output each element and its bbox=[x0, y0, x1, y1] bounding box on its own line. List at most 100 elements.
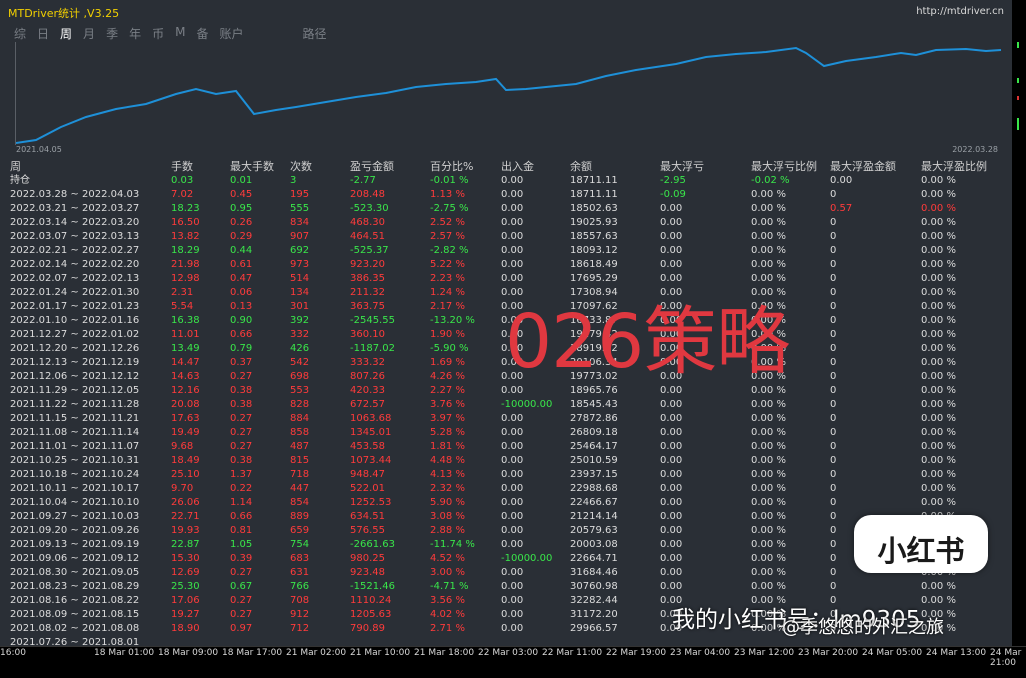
table-cell: 17695.29 bbox=[570, 273, 618, 284]
holdings-label: 持仓 bbox=[10, 175, 30, 186]
tab-quarter[interactable]: 季 bbox=[106, 25, 118, 42]
week-range-cell: 2022.02.21 ~ 2022.02.27 bbox=[10, 245, 140, 256]
tab-month[interactable]: 月 bbox=[83, 25, 95, 42]
tab-summary[interactable]: 综 bbox=[14, 25, 26, 42]
table-cell: 468.30 bbox=[350, 217, 385, 228]
table-cell: 0.00 bbox=[501, 413, 524, 424]
table-cell: 0.00 % bbox=[751, 203, 786, 214]
window-title: MTDriver统计 ,V3.25 bbox=[8, 7, 120, 20]
table-cell: 14.63 bbox=[171, 371, 200, 382]
time-axis-label: 22 Mar 03:00 bbox=[478, 648, 539, 658]
table-cell: 542 bbox=[290, 357, 310, 368]
stats-panel: MTDriver统计 ,V3.25 http://mtdriver.cn 综日周… bbox=[0, 0, 1012, 646]
table-cell: 0.00 % bbox=[921, 217, 956, 228]
table-cell: 0.00 % bbox=[921, 329, 956, 340]
table-cell: 0.00 bbox=[660, 217, 683, 228]
table-cell: 0.00 bbox=[501, 469, 524, 480]
week-range-cell: 2022.01.17 ~ 2022.01.23 bbox=[10, 301, 140, 312]
table-cell: 0.27 bbox=[230, 413, 253, 424]
table-cell: 1252.53 bbox=[350, 497, 392, 508]
table-cell: 0 bbox=[830, 469, 837, 480]
table-cell: 18502.63 bbox=[570, 203, 618, 214]
table-cell: 754 bbox=[290, 539, 310, 550]
scale-candle bbox=[1017, 78, 1019, 83]
table-row[interactable]: 2021.10.18 ~ 2021.10.24 25.10 1.37 718 948.4… bbox=[0, 468, 1012, 482]
tab-account[interactable]: 账户 bbox=[219, 25, 243, 42]
table-cell: 0.27 bbox=[230, 441, 253, 452]
table-cell: 0.00 % bbox=[751, 469, 786, 480]
table-cell: 0.00 bbox=[501, 175, 524, 186]
table-row[interactable]: 2022.03.14 ~ 2022.03.20 16.50 0.26 834 468.3… bbox=[0, 216, 1012, 230]
table-cell: 9.70 bbox=[171, 483, 194, 494]
table-cell: 0.00 bbox=[501, 441, 524, 452]
table-cell: 0.81 bbox=[230, 525, 253, 536]
holdings-row[interactable]: 持仓 0.03 0.01 3 -2.77 -0.01 % 0.00 18711.11 -2.95… bbox=[0, 174, 1012, 188]
table-row[interactable]: 2021.10.04 ~ 2021.10.10 26.06 1.14 854 1252.… bbox=[0, 496, 1012, 510]
table-row[interactable]: 2021.11.08 ~ 2021.11.14 19.49 0.27 858 1345.… bbox=[0, 426, 1012, 440]
table-row[interactable]: 2021.11.22 ~ 2021.11.28 20.08 0.38 828 672.5… bbox=[0, 398, 1012, 412]
table-cell: 0.00 % bbox=[751, 245, 786, 256]
week-range-cell: 2021.09.20 ~ 2021.09.26 bbox=[10, 525, 140, 536]
week-range-cell: 2021.11.29 ~ 2021.12.05 bbox=[10, 385, 140, 396]
table-row[interactable]: 2022.02.14 ~ 2022.02.20 21.98 0.61 973 923.2… bbox=[0, 258, 1012, 272]
table-cell: 0.00 % bbox=[751, 441, 786, 452]
time-axis-label: 23 Mar 12:00 bbox=[734, 648, 795, 658]
tab-path[interactable]: 路径 bbox=[303, 25, 327, 42]
table-cell: 3.97 % bbox=[430, 413, 465, 424]
table-cell: 0.00 % bbox=[751, 385, 786, 396]
table-row[interactable]: 2021.10.25 ~ 2021.10.31 18.49 0.38 815 1073.… bbox=[0, 454, 1012, 468]
table-cell: 0 bbox=[830, 511, 837, 522]
table-row[interactable]: 2021.11.29 ~ 2021.12.05 12.16 0.38 553 420.3… bbox=[0, 384, 1012, 398]
table-row[interactable]: 2022.03.21 ~ 2022.03.27 18.23 0.95 555 -523.… bbox=[0, 202, 1012, 216]
week-range-cell: 2021.12.06 ~ 2021.12.12 bbox=[10, 371, 140, 382]
table-cell: 22664.71 bbox=[570, 553, 618, 564]
table-row[interactable]: 2022.03.28 ~ 2022.04.03 7.02 0.45 195 208.48… bbox=[0, 188, 1012, 202]
table-cell: 17.63 bbox=[171, 413, 200, 424]
table-cell: 0.27 bbox=[230, 609, 253, 620]
table-cell: 0.00 bbox=[660, 231, 683, 242]
week-range-cell: 2021.09.13 ~ 2021.09.19 bbox=[10, 539, 140, 550]
table-cell: 683 bbox=[290, 553, 310, 564]
table-cell: -13.20 % bbox=[430, 315, 475, 326]
table-row[interactable]: 2021.11.01 ~ 2021.11.07 9.68 0.27 487 453.58… bbox=[0, 440, 1012, 454]
table-cell: 4.26 % bbox=[430, 371, 465, 382]
tab-currency[interactable]: 币 bbox=[152, 25, 164, 42]
table-cell: 0 bbox=[830, 343, 837, 354]
time-axis-label: 24 Mar 05:00 bbox=[862, 648, 923, 658]
table-cell: 0.38 bbox=[230, 385, 253, 396]
table-cell: 0.00 % bbox=[751, 497, 786, 508]
tab-note[interactable]: 备 bbox=[196, 25, 208, 42]
table-cell: 0 bbox=[830, 287, 837, 298]
watermark-handle: @季悠悠的外汇之旅 bbox=[782, 617, 944, 638]
table-cell: 0.00 % bbox=[751, 427, 786, 438]
table-cell: -0.01 % bbox=[430, 175, 469, 186]
table-cell: 923.48 bbox=[350, 567, 385, 578]
chart-start-date: 2021.04.05 bbox=[16, 145, 62, 154]
column-header: 周 bbox=[10, 160, 21, 173]
table-row[interactable]: 2021.10.11 ~ 2021.10.17 9.70 0.22 447 522.01… bbox=[0, 482, 1012, 496]
tab-year[interactable]: 年 bbox=[129, 25, 141, 42]
tab-magic[interactable]: M bbox=[175, 25, 185, 42]
time-axis-label: 22 Mar 19:00 bbox=[606, 648, 667, 658]
table-cell: 0.00 % bbox=[751, 567, 786, 578]
website-link[interactable]: http://mtdriver.cn bbox=[916, 6, 1004, 17]
table-cell: 420.33 bbox=[350, 385, 385, 396]
table-cell: 907 bbox=[290, 231, 310, 242]
time-axis-label: 21 Mar 10:00 bbox=[350, 648, 411, 658]
week-range-cell: 2021.12.20 ~ 2021.12.26 bbox=[10, 343, 140, 354]
table-cell: 18093.12 bbox=[570, 245, 618, 256]
table-cell: 0.79 bbox=[230, 343, 253, 354]
table-row[interactable]: 2022.03.07 ~ 2022.03.13 13.82 0.29 907 464.5… bbox=[0, 230, 1012, 244]
table-row[interactable]: 2021.08.23 ~ 2021.08.29 25.30 0.67 766 -1521… bbox=[0, 580, 1012, 594]
table-row[interactable]: 2022.02.21 ~ 2022.02.27 18.29 0.44 692 -525.… bbox=[0, 244, 1012, 258]
tab-week[interactable]: 周 bbox=[60, 25, 72, 42]
table-row[interactable]: 2022.01.24 ~ 2022.01.30 2.31 0.06 134 211.32… bbox=[0, 286, 1012, 300]
table-cell: 0.00 bbox=[501, 511, 524, 522]
tab-day[interactable]: 日 bbox=[37, 25, 49, 42]
table-header: 周 手数 最大手数 次数 盈亏金额 百分比% 出入金 余额 最大浮亏 最大浮亏比例 最大浮盈金额 最大… bbox=[0, 160, 1012, 174]
table-row[interactable]: 2021.11.15 ~ 2021.11.21 17.63 0.27 884 1063.… bbox=[0, 412, 1012, 426]
table-row[interactable]: 2022.02.07 ~ 2022.02.13 12.98 0.47 514 386.3… bbox=[0, 272, 1012, 286]
table-cell: 0.00 bbox=[501, 231, 524, 242]
week-range-cell: 2021.11.01 ~ 2021.11.07 bbox=[10, 441, 140, 452]
table-cell: 0 bbox=[830, 189, 837, 200]
